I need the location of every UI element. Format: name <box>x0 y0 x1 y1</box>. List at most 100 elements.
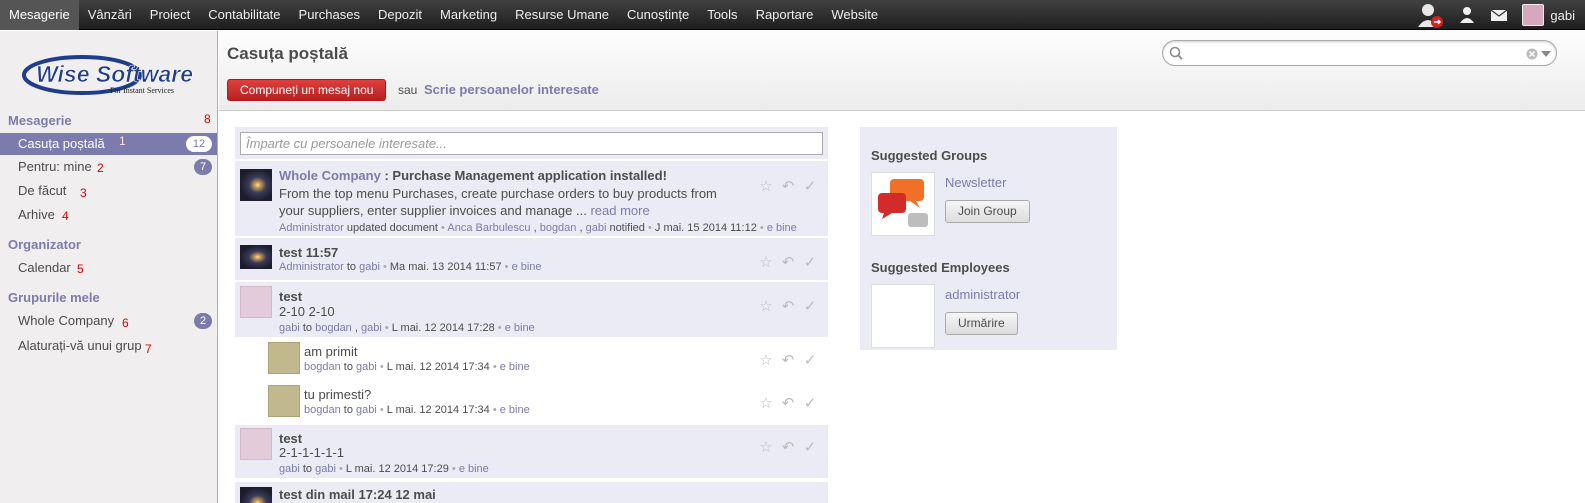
sidebar-item-whole-company[interactable]: Whole Company 6 2 <box>0 310 217 332</box>
star-icon[interactable]: ☆ <box>758 396 774 412</box>
group-image[interactable] <box>871 172 935 236</box>
reply-icon[interactable]: ↶ <box>780 179 796 195</box>
sidebar-item-label: Alaturați-vă unui grup <box>18 338 142 353</box>
menu-marketing[interactable]: Marketing <box>431 0 506 30</box>
star-icon[interactable]: ☆ <box>758 255 774 271</box>
main-menu: Mesagerie Vânzări Proiect Contabilitate … <box>0 0 887 30</box>
annotation-marker: 3 <box>80 186 87 200</box>
sidebar-item-archives[interactable]: Arhive 4 <box>0 204 217 226</box>
message-thumbnail[interactable] <box>240 169 272 201</box>
menu-purchases[interactable]: Purchases <box>290 0 369 30</box>
author-avatar[interactable] <box>268 385 300 417</box>
reply-icon[interactable]: ↶ <box>780 299 796 315</box>
menu-depozit[interactable]: Depozit <box>369 0 431 30</box>
share-input[interactable]: Împarte cu persoanele interesate... <box>240 132 823 155</box>
employee-name[interactable]: administrator <box>945 287 1020 302</box>
menu-proiect[interactable]: Proiect <box>141 0 199 30</box>
message-meta: Administrator to gabi • Ma mai. 13 2014 … <box>279 261 542 273</box>
write-followers-link[interactable]: Scrie persoanelor interesate <box>424 82 599 97</box>
star-icon[interactable]: ☆ <box>758 299 774 315</box>
reply-icon[interactable]: ↶ <box>780 396 796 412</box>
suggested-employees-title: Suggested Employees <box>871 260 1010 275</box>
section-my-groups: Grupurile mele <box>8 290 100 305</box>
unread-count-badge: 2 <box>194 313 212 329</box>
message-title: test 11:57 <box>279 245 339 260</box>
message-meta: gabi to bogdan , gabi • L mai. 12 2014 1… <box>279 322 535 334</box>
message-title: test <box>279 289 303 304</box>
author-avatar[interactable] <box>240 286 272 318</box>
done-icon[interactable]: ✓ <box>802 440 818 456</box>
done-icon[interactable]: ✓ <box>802 299 818 315</box>
menu-resurse-umane[interactable]: Resurse Umane <box>506 0 618 30</box>
done-icon[interactable]: ✓ <box>802 353 818 369</box>
sidebar: Wise Software For Instant Services Mesag… <box>0 31 218 503</box>
svg-text:For Instant Services: For Instant Services <box>110 86 174 95</box>
author-avatar[interactable] <box>268 342 300 374</box>
follow-button[interactable]: Urmărire <box>945 312 1018 335</box>
done-icon[interactable]: ✓ <box>802 255 818 271</box>
chevron-down-icon[interactable] <box>1541 51 1551 57</box>
sidebar-item-inbox[interactable]: Casuța poștală 1 12 <box>0 133 217 155</box>
annotation-marker: 1 <box>119 134 126 148</box>
employee-image[interactable] <box>871 284 935 348</box>
reply-icon[interactable]: ↶ <box>780 353 796 369</box>
message-meta: Administrator updated document • Anca Ba… <box>279 222 797 234</box>
search-input[interactable] <box>1162 40 1557 66</box>
annotation-marker: 8 <box>204 112 211 126</box>
compose-button[interactable]: Compuneți un mesaj nou <box>227 79 387 101</box>
message-actions: ☆ ↶ ✓ <box>758 179 818 195</box>
message-body: From the top menu Purchases, create purc… <box>279 186 717 218</box>
author-avatar[interactable] <box>240 428 272 460</box>
sidebar-item-to-me[interactable]: Pentru: mine 2 7 <box>0 156 217 178</box>
add-user-icon[interactable] <box>1458 6 1476 24</box>
message-body: 2-10 2-10 <box>279 304 335 319</box>
menu-vanzari[interactable]: Vânzări <box>79 0 141 30</box>
star-icon[interactable]: ☆ <box>758 440 774 456</box>
menu-contabilitate[interactable]: Contabilitate <box>199 0 289 30</box>
svg-text:Wise Software: Wise Software <box>36 61 193 87</box>
message-actions: ☆ ↶ ✓ <box>758 396 818 412</box>
topbar-right: gabi <box>1402 0 1585 30</box>
message-actions: ☆ ↶ ✓ <box>758 299 818 315</box>
menu-tools[interactable]: Tools <box>698 0 746 30</box>
clear-icon[interactable] <box>1526 48 1538 60</box>
reply-item: am primit bogdan to gabi • L mai. 12 201… <box>235 339 828 381</box>
message-thumbnail[interactable] <box>240 245 272 269</box>
sidebar-item-calendar[interactable]: Calendar 5 <box>0 257 217 279</box>
annotation-marker: 4 <box>62 209 69 223</box>
message-title: tu primesti? <box>304 387 372 402</box>
message-item: Whole Company : Purchase Management appl… <box>235 161 828 237</box>
message-body: 2-1-1-1-1-1 <box>279 445 345 460</box>
message-meta: gabi to gabi • L mai. 12 2014 17:29 • e … <box>279 463 489 475</box>
menu-cunostinte[interactable]: Cunoștințe <box>618 0 698 30</box>
menu-raportare[interactable]: Raportare <box>747 0 823 30</box>
suggested-groups-title: Suggested Groups <box>871 148 988 163</box>
company-link[interactable]: Whole Company <box>279 168 381 183</box>
reply-item: tu primesti? bogdan to gabi • L mai. 12 … <box>235 382 828 424</box>
annotation-marker: 2 <box>97 161 104 175</box>
done-icon[interactable]: ✓ <box>802 179 818 195</box>
mail-icon[interactable] <box>1490 8 1508 22</box>
reply-icon[interactable]: ↶ <box>780 440 796 456</box>
sidebar-item-join-group[interactable]: Alaturați-vă unui grup 7 <box>0 335 217 357</box>
annotation-marker: 7 <box>145 342 152 356</box>
menu-website[interactable]: Website <box>822 0 887 30</box>
avatar <box>1522 4 1545 26</box>
message-thumbnail[interactable] <box>240 487 272 503</box>
star-icon[interactable]: ☆ <box>758 179 774 195</box>
read-more-link[interactable]: read more <box>590 203 649 218</box>
page-title: Casuța poștală <box>227 44 348 63</box>
star-icon[interactable]: ☆ <box>758 353 774 369</box>
reply-icon[interactable]: ↶ <box>780 255 796 271</box>
user-notification-icon[interactable] <box>1416 1 1444 29</box>
join-group-button[interactable]: Join Group <box>945 200 1030 223</box>
chat-bubbles-icon <box>878 179 928 227</box>
menu-mesagerie[interactable]: Mesagerie <box>0 0 79 30</box>
done-icon[interactable]: ✓ <box>802 396 818 412</box>
message-meta: bogdan to gabi • L mai. 12 2014 17:34 • … <box>304 404 530 416</box>
user-menu[interactable]: gabi <box>1522 4 1585 26</box>
group-name[interactable]: Newsletter <box>945 175 1006 190</box>
unread-count-badge: 7 <box>194 159 212 175</box>
sidebar-item-todo[interactable]: De făcut 3 <box>0 180 217 202</box>
company-logo[interactable]: Wise Software For Instant Services <box>22 55 198 95</box>
